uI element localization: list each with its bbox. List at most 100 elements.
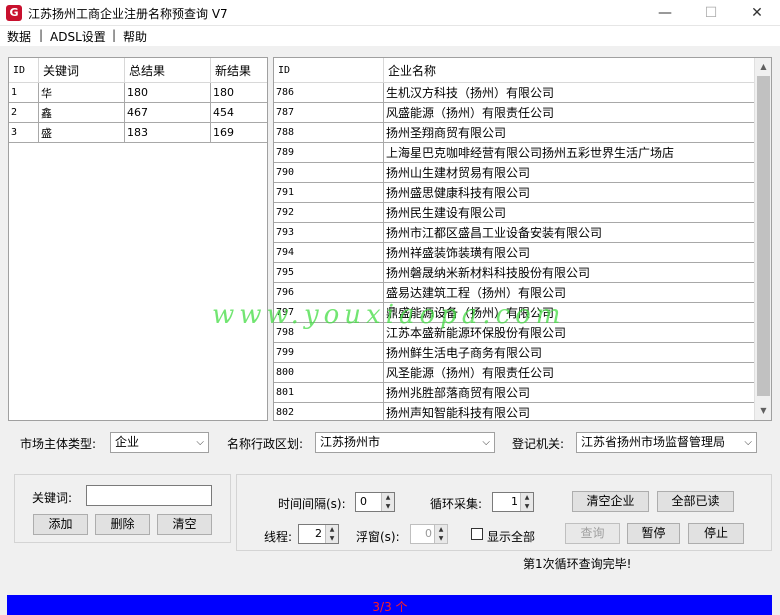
cell-id: 1 [9,82,39,103]
scroll-up-icon[interactable]: ▲ [755,58,772,75]
loop-value: 1 [511,495,518,508]
float-window-spinner: 0 ▲ ▼ [410,524,448,544]
table-row[interactable]: 795 扬州磐晟纳米新材料科技股份有限公司 [274,262,755,283]
cell-total: 180 [124,82,211,103]
interval-label: 时间间隔(s): [278,497,346,511]
table-row[interactable]: 1 华 180 180 [9,82,267,103]
spin-down-icon[interactable]: ▼ [381,502,394,511]
table-row[interactable]: 794 扬州祥盛装饰装璜有限公司 [274,242,755,263]
cell-keyword: 华 [38,82,125,103]
spin-up-icon[interactable]: ▲ [520,493,533,502]
table-row[interactable]: 789 上海星巴克咖啡经营有限公司扬州五彩世界生活广场店 [274,142,755,163]
table-row[interactable]: 2 鑫 467 454 [9,102,267,123]
show-all-label[interactable]: 显示全部 [487,528,535,545]
minimize-icon[interactable]: — [642,0,688,26]
table-row[interactable]: 787 风盛能源（扬州）有限责任公司 [274,102,755,123]
table-row[interactable]: 790 扬州山生建材贸易有限公司 [274,162,755,183]
cell-id: 802 [274,402,384,420]
cell-id: 788 [274,122,384,143]
cell-new: 169 [210,122,267,143]
spin-up-icon[interactable]: ▲ [381,493,394,502]
cell-company-name: 扬州市江都区盛昌工业设备安装有限公司 [383,222,755,243]
registry-select[interactable]: 江苏省扬州市场监督管理局 ⌵ [576,432,757,453]
clear-companies-button[interactable]: 清空企业 [572,491,649,512]
cell-id: 789 [274,142,384,163]
cell-id: 795 [274,262,384,283]
cell-company-name: 上海星巴克咖啡经营有限公司扬州五彩世界生活广场店 [383,142,755,163]
query-button[interactable]: 查询 [565,523,620,544]
cell-id: 787 [274,102,384,123]
region-select[interactable]: 江苏扬州市 ⌵ [315,432,495,453]
chevron-down-icon: ⌵ [482,437,490,448]
cell-id: 786 [274,82,384,103]
maximize-icon[interactable]: ☐ [688,0,734,26]
window-title: 江苏扬州工商企业注册名称预查询 V7 [28,7,228,21]
pause-button[interactable]: 暂停 [627,523,680,544]
result-scrollbar[interactable]: ▲ ▼ [754,58,771,420]
chevron-down-icon: ⌵ [744,437,752,448]
threads-spinner[interactable]: 2 ▲ ▼ [298,524,339,544]
market-type-select[interactable]: 企业 ⌵ [110,432,209,453]
delete-button[interactable]: 删除 [95,514,150,535]
result-table-panel: ID 企业名称 786 生机汉方科技（扬州）有限公司 787 风盛能源（扬州）有限责任… [273,57,772,421]
table-row[interactable]: 802 扬州声知智能科技有限公司 [274,402,755,420]
spin-up-icon[interactable]: ▲ [325,525,338,534]
keyword-input[interactable] [86,485,212,506]
column-header-total[interactable]: 总结果 [124,58,211,83]
float-window-value: 0 [425,527,432,540]
table-row[interactable]: 800 风圣能源（扬州）有限责任公司 [274,362,755,383]
cell-company-name: 风盛能源（扬州）有限责任公司 [383,102,755,123]
spin-down-icon[interactable]: ▼ [520,502,533,511]
scrollbar-thumb[interactable] [757,76,770,396]
table-row[interactable]: 792 扬州民生建设有限公司 [274,202,755,223]
interval-spinner[interactable]: 0 ▲ ▼ [355,492,395,512]
cell-id: 799 [274,342,384,363]
table-row[interactable]: 791 扬州盛思健康科技有限公司 [274,182,755,203]
menu-data[interactable]: 数据 [7,28,31,45]
table-row[interactable]: 799 扬州鲜生活电子商务有限公司 [274,342,755,363]
app-icon: G [6,5,22,21]
table-row[interactable]: 788 扬州圣翔商贸有限公司 [274,122,755,143]
add-button[interactable]: 添加 [33,514,88,535]
status-message: 第1次循环查询完毕! [523,557,632,571]
scroll-down-icon[interactable]: ▼ [755,402,772,419]
clear-keywords-button[interactable]: 清空 [157,514,212,535]
table-row[interactable]: 3 盛 183 169 [9,122,267,143]
interval-value: 0 [360,495,367,508]
stop-button[interactable]: 停止 [688,523,744,544]
column-header-id[interactable]: ID [274,58,384,83]
mark-all-read-button[interactable]: 全部已读 [657,491,734,512]
table-row[interactable]: 801 扬州兆胜部落商贸有限公司 [274,382,755,403]
spin-down-icon[interactable]: ▼ [325,534,338,543]
cell-company-name: 扬州民生建设有限公司 [383,202,755,223]
table-row[interactable]: 793 扬州市江都区盛昌工业设备安装有限公司 [274,222,755,243]
loop-label: 循环采集: [430,497,483,511]
column-header-new[interactable]: 新结果 [210,58,267,83]
result-table: ID 企业名称 786 生机汉方科技（扬州）有限公司 787 风盛能源（扬州）有限责任… [274,58,755,420]
keyword-table-panel: ID 关键词 总结果 新结果 1 华 180 180 2 鑫 467 454 3 盛 183 169 [8,57,268,421]
column-header-id[interactable]: ID [9,58,39,83]
cell-company-name: 扬州圣翔商贸有限公司 [383,122,755,143]
show-all-checkbox[interactable] [471,528,483,540]
menu-adsl-settings[interactable]: ADSL设置 [50,28,106,45]
cell-id: 793 [274,222,384,243]
cell-new: 180 [210,82,267,103]
region-label: 名称行政区划: [227,437,304,451]
loop-spinner[interactable]: 1 ▲ ▼ [492,492,534,512]
table-row[interactable]: 786 生机汉方科技（扬州）有限公司 [274,82,755,103]
cell-company-name: 风圣能源（扬州）有限责任公司 [383,362,755,383]
table-header-row: ID 企业名称 [274,58,755,83]
menu-separator: | [39,28,44,42]
registry-value: 江苏省扬州市场监督管理局 [581,435,726,449]
column-header-company-name[interactable]: 企业名称 [383,58,755,83]
cell-total: 183 [124,122,211,143]
menu-help[interactable]: 帮助 [123,28,147,45]
cell-company-name: 扬州山生建材贸易有限公司 [383,162,755,183]
close-icon[interactable]: ✕ [734,0,780,26]
progress-text: 3/3 个 [372,600,408,614]
registry-label: 登记机关: [512,437,565,451]
cell-id: 790 [274,162,384,183]
spin-up-icon: ▲ [434,525,447,534]
column-header-keyword[interactable]: 关键词 [38,58,125,83]
market-type-value: 企业 [115,435,140,449]
